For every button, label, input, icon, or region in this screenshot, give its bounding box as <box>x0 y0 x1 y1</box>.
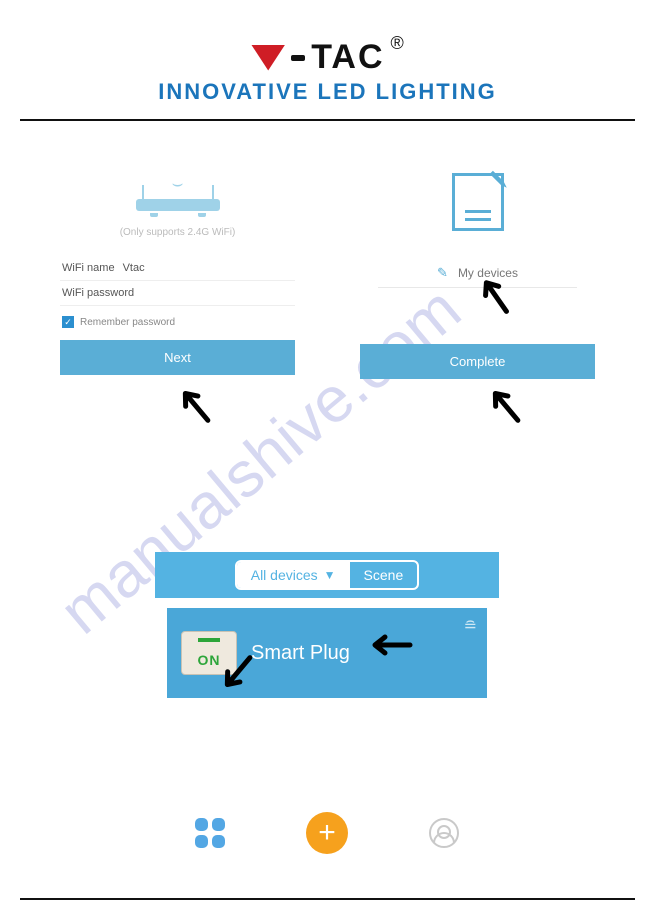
nav-add-button[interactable]: + <box>306 812 348 854</box>
checkbox-checked-icon[interactable]: ✓ <box>62 316 74 328</box>
logo-v-icon <box>251 45 285 71</box>
brand-tagline: INNOVATIVE LED LIGHTING <box>0 79 655 105</box>
annotation-arrow-icon <box>470 370 540 440</box>
app-top-bar: All devices ▼ Scene <box>155 552 499 598</box>
tab-all-devices-label: All devices <box>251 567 318 583</box>
router-icon: ⌣ <box>60 173 295 217</box>
device-card-title: Smart Plug <box>251 642 350 665</box>
wifi-support-note: (Only supports 2.4G WiFi) <box>60 227 295 238</box>
edit-notepad-icon <box>360 173 595 231</box>
registered-mark: ® <box>391 33 404 54</box>
nav-home-icon[interactable] <box>195 818 225 848</box>
tab-all-devices[interactable]: All devices ▼ <box>237 562 350 588</box>
app-screen: All devices ▼ Scene ON Smart Plug ≘ + <box>155 552 499 862</box>
wifi-setup-panel: ⌣ (Only supports 2.4G WiFi) WiFi name Vt… <box>60 173 295 379</box>
annotation-arrow-icon <box>365 620 415 670</box>
wifi-name-value: Vtac <box>123 262 145 274</box>
logo-dash-icon <box>291 55 305 61</box>
wifi-password-field[interactable]: WiFi password <box>60 281 295 306</box>
pencil-icon[interactable]: ✎ <box>437 265 448 281</box>
remember-password-label: Remember password <box>80 317 175 328</box>
segmented-control: All devices ▼ Scene <box>235 560 420 590</box>
next-button[interactable]: Next <box>60 340 295 375</box>
wifi-password-label: WiFi password <box>62 287 134 299</box>
nav-profile-icon[interactable] <box>429 818 459 848</box>
upper-panels-row: ⌣ (Only supports 2.4G WiFi) WiFi name Vt… <box>0 121 655 379</box>
footer-divider <box>20 898 635 900</box>
chevron-down-icon: ▼ <box>324 568 336 582</box>
wifi-icon: ≘ <box>464 616 477 636</box>
complete-button[interactable]: Complete <box>360 344 595 379</box>
tab-scene[interactable]: Scene <box>350 562 418 588</box>
app-bottom-nav: + <box>155 804 499 862</box>
header-logo-block: TAC ® INNOVATIVE LED LIGHTING <box>0 0 655 105</box>
brand-logo: TAC ® <box>251 38 404 77</box>
annotation-arrow-icon <box>160 370 230 440</box>
brand-text: TAC <box>311 38 384 77</box>
wifi-name-field[interactable]: WiFi name Vtac <box>60 256 295 281</box>
wifi-name-label: WiFi name <box>62 262 115 274</box>
remember-password-row[interactable]: ✓ Remember password <box>60 306 295 340</box>
